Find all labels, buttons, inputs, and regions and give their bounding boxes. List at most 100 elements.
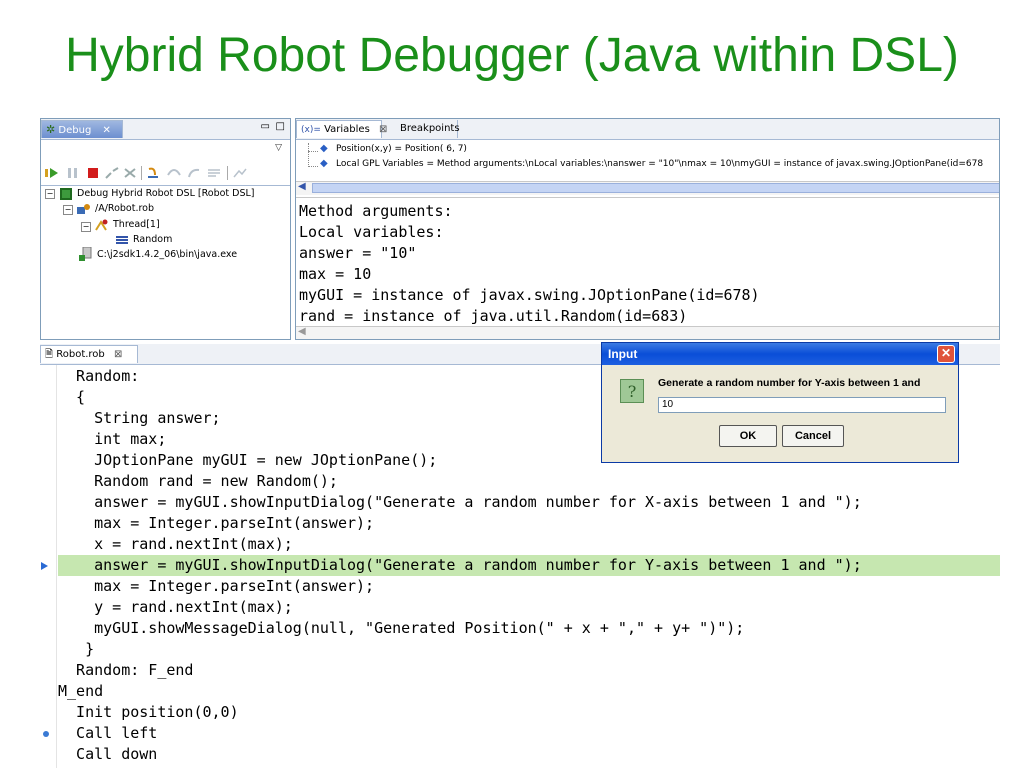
tab-variables[interactable]: (x)= Variables ⊠ [296,120,387,138]
scrollbar-thumb[interactable] [312,183,999,193]
close-icon: ✕ [940,346,952,360]
tab-breakpoints[interactable]: Breakpoints [396,120,460,138]
tree-item-frame[interactable]: Random [133,234,173,245]
maximize-icon[interactable]: □ [276,121,285,132]
drop-to-frame-icon[interactable] [207,167,221,179]
tab-robot-rob[interactable]: 🗎 Robot.rob ⊠ [40,345,138,363]
toolbar-separator [141,166,142,180]
code-line: answer = myGUI.showInputDialog("Generate… [58,493,862,511]
detail-scrollbar[interactable]: ◀ [296,326,999,339]
detail-line: rand = instance of java.util.Random(id=6… [299,307,688,325]
detail-pane[interactable]: Method arguments: Local variables: answe… [296,197,999,328]
dialog-input[interactable]: 10 [658,397,946,413]
close-icon[interactable]: ⊠ [379,124,387,135]
code-line: String answer; [58,409,221,427]
process-icon [79,247,92,261]
debug-toolbar [41,163,290,183]
tab-robot-rob-label: Robot.rob [56,349,105,360]
slide-title: Hybrid Robot Debugger (Java within DSL) [65,29,959,82]
step-filters-icon[interactable] [233,167,247,179]
tree-connector [308,166,318,167]
minimize-icon[interactable]: ▭ [261,121,270,132]
scroll-left-icon[interactable]: ◀ [298,326,306,337]
detail-line: Method arguments: [299,202,453,220]
cancel-button[interactable]: Cancel [782,425,844,447]
code-line: Call down [58,745,158,763]
code-line: { [58,388,86,406]
dialog-close-button[interactable]: ✕ [937,345,955,363]
debug-launch-icon [60,188,72,200]
code-line: JOptionPane myGUI = new JOptionPane(); [58,451,438,469]
detail-line: Local variables: [299,223,444,241]
collapse-icon[interactable]: − [45,189,55,199]
svg-text:?: ? [628,382,637,401]
code-line: int max; [58,430,167,448]
code-line: Random: F_end [58,661,194,679]
tree-item-thread[interactable]: Thread[1] [113,219,160,230]
variable-icon: ◆ [320,143,328,154]
variables-icon: (x)= [301,125,321,135]
code-line-current: answer = myGUI.showInputDialog("Generate… [58,556,862,574]
debug-view: ✲ Debug ✕ ▭ □ ▽ − Debug Hybrid Robot DSL… [40,118,291,340]
toolbar-divider [41,185,290,186]
bug-icon: ✲ [46,123,56,136]
terminate-icon[interactable] [87,167,99,179]
tab-breakpoints-label: Breakpoints [400,123,460,134]
tab-variables-label: Variables [324,124,370,135]
remove-terminated-icon[interactable] [123,167,137,179]
code-line: y = rand.nextInt(max); [58,598,293,616]
tree-item-file[interactable]: /A/Robot.rob [95,203,154,214]
code-line: max = Integer.parseInt(answer); [58,514,375,532]
detail-line: answer = "10" [299,244,417,262]
step-over-icon[interactable] [167,167,181,179]
ok-button[interactable]: OK [719,425,777,447]
input-dialog: Input ✕ ? Generate a random number for Y… [601,342,959,463]
dialog-message: Generate a random number for Y-axis betw… [658,377,921,389]
close-icon[interactable]: ⊠ [114,349,122,360]
variables-tabbar: (x)= Variables ⊠ Breakpoints [296,119,999,140]
debug-target-icon [77,204,90,214]
view-menu-icon[interactable]: ▽ [275,143,282,153]
instruction-pointer-icon [41,562,48,570]
step-into-icon[interactable] [147,167,161,179]
code-line: M_end [58,682,104,700]
code-line: Random rand = new Random(); [58,472,338,490]
collapse-icon[interactable]: − [63,205,73,215]
suspend-icon[interactable] [67,167,79,179]
variable-row[interactable]: Position(x,y) = Position( 6, 7) [336,144,467,154]
dialog-titlebar[interactable]: Input ✕ [602,343,958,365]
stack-frame-icon [116,236,128,244]
resume-icon[interactable] [45,167,59,179]
code-line: } [58,640,95,658]
scroll-left-icon[interactable]: ◀ [298,181,306,192]
variables-view: (x)= Variables ⊠ Breakpoints ◆ Position(… [295,118,1000,340]
tree-item-launch[interactable]: Debug Hybrid Robot DSL [Robot DSL] [77,188,255,199]
tree-connector [308,143,310,167]
step-return-icon[interactable] [187,167,201,179]
collapse-icon[interactable]: − [81,222,91,232]
debug-tabbar: ✲ Debug ✕ ▭ □ [41,119,290,140]
tab-debug[interactable]: ✲ Debug ✕ [41,120,123,138]
toolbar-separator [227,166,228,180]
tree-item-process[interactable]: C:\j2sdk1.4.2_06\bin\java.exe [97,249,237,260]
code-line: myGUI.showMessageDialog(null, "Generated… [58,619,745,637]
code-line: x = rand.nextInt(max); [58,535,293,553]
close-icon[interactable]: ✕ [102,125,110,136]
detail-line: myGUI = instance of javax.swing.JOptionP… [299,286,760,304]
question-icon: ? [620,379,644,403]
code-line: max = Integer.parseInt(answer); [58,577,375,595]
dialog-title: Input [608,347,638,361]
tab-debug-label: Debug [58,125,92,136]
code-line: Init position(0,0) [58,703,239,721]
breakpoint-icon [43,731,49,737]
disconnect-icon[interactable] [105,167,119,179]
variable-row[interactable]: Local GPL Variables = Method arguments:\… [336,159,983,169]
dialog-input-value: 10 [662,399,674,410]
tree-connector [308,151,318,152]
variable-icon: ◆ [320,158,328,169]
horizontal-scrollbar[interactable]: ◀ [296,181,999,195]
code-line: Random: [58,367,140,385]
thread-icon [95,219,108,231]
code-line: Call left [58,724,158,742]
file-icon: 🗎 [45,349,54,360]
